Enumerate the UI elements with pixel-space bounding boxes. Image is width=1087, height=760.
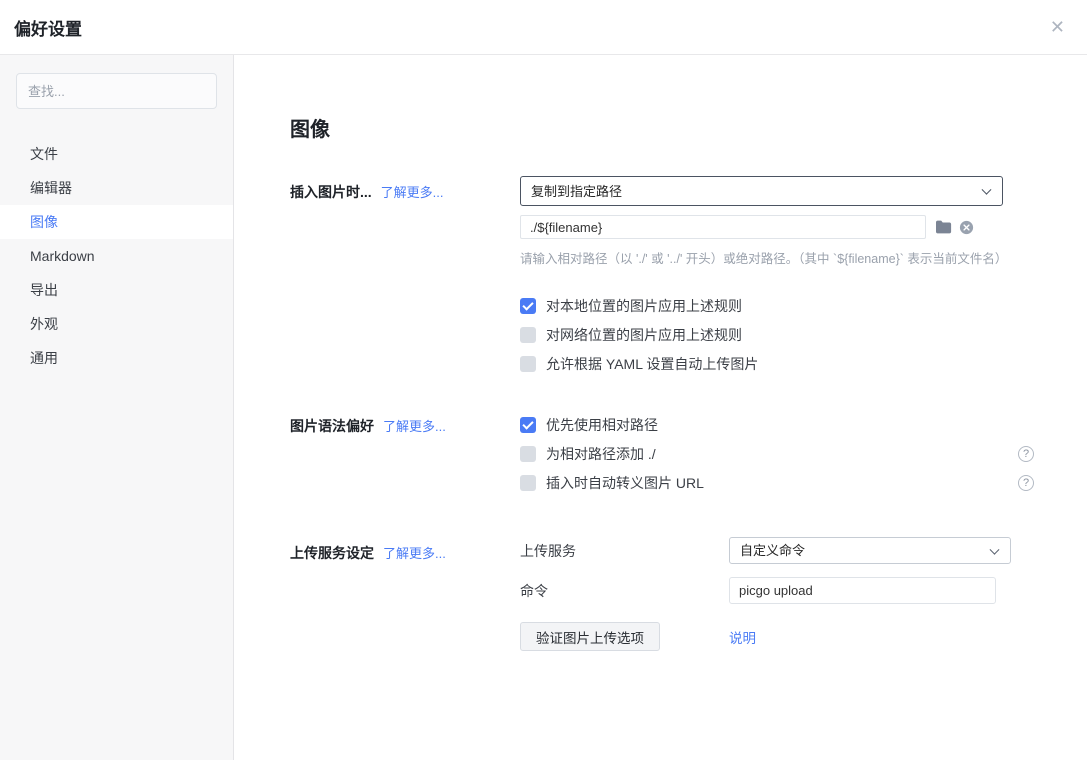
- upload-service-select[interactable]: 自定义命令: [730, 538, 1010, 563]
- checkbox-row-escape-url[interactable]: 插入时自动转义图片 URL ?: [520, 468, 1034, 497]
- page-title: 图像: [290, 113, 1047, 142]
- path-hint-text: 请输入相对路径（以 './' 或 '../' 开头）或绝对路径。（其中 `${f…: [520, 248, 1047, 267]
- sidebar-item-appearance[interactable]: 外观: [0, 307, 233, 341]
- clear-path-icon[interactable]: [959, 220, 974, 235]
- checkbox-label: 优先使用相对路径: [546, 415, 658, 435]
- syntax-section-content: 优先使用相对路径 为相对路径添加 ./ ? 插入时自动转义图片 URL ?: [520, 410, 1047, 497]
- validate-upload-button[interactable]: 验证图片上传选项: [520, 622, 660, 651]
- upload-service-select-wrap: 自定义命令: [729, 537, 1011, 564]
- insert-checkbox-group: 对本地位置的图片应用上述规则 对网络位置的图片应用上述规则 允许根据 YAML …: [520, 291, 1047, 378]
- checkbox-row-apply-local[interactable]: 对本地位置的图片应用上述规则: [520, 291, 1047, 320]
- checkbox-yaml-upload[interactable]: [520, 356, 536, 372]
- validate-row: 验证图片上传选项 说明: [520, 622, 1047, 651]
- upload-section: 上传服务设定了解更多... 上传服务 自定义命令 命令: [290, 537, 1047, 664]
- syntax-section-title: 图片语法偏好: [290, 418, 374, 434]
- help-icon[interactable]: ?: [1018, 475, 1034, 491]
- sidebar-item-general[interactable]: 通用: [0, 341, 233, 375]
- insert-action-select[interactable]: 复制到指定路径: [521, 177, 1002, 205]
- close-icon[interactable]: ✕: [1046, 14, 1069, 40]
- command-row: 命令: [520, 577, 1047, 604]
- window-title: 偏好设置: [14, 15, 82, 40]
- content-area: 文件 编辑器 图像 Markdown 导出 外观 通用 图像 插入图片时... 了…: [0, 55, 1087, 760]
- upload-section-content: 上传服务 自定义命令 命令 验证图: [520, 537, 1047, 664]
- checkbox-row-add-dot-slash[interactable]: 为相对路径添加 ./ ?: [520, 439, 1034, 468]
- folder-icon[interactable]: [935, 220, 952, 234]
- sidebar-item-markdown[interactable]: Markdown: [0, 239, 233, 273]
- checkbox-row-apply-network[interactable]: 对网络位置的图片应用上述规则: [520, 320, 1047, 349]
- checkbox-label: 插入时自动转义图片 URL: [546, 473, 704, 493]
- sidebar-item-export[interactable]: 导出: [0, 273, 233, 307]
- upload-learn-more-link[interactable]: 了解更多...: [383, 546, 446, 561]
- sidebar-nav: 文件 编辑器 图像 Markdown 导出 外观 通用: [0, 137, 233, 375]
- validate-button-slot: 验证图片上传选项: [520, 622, 729, 651]
- checkbox-add-dot-slash[interactable]: [520, 446, 536, 462]
- sidebar-item-image[interactable]: 图像: [0, 205, 233, 239]
- insert-section-content: 复制到指定路径 请输入相对路径（以 './' 或 '../' 开头）或绝: [520, 176, 1047, 378]
- insert-section-label: 插入图片时... 了解更多...: [290, 176, 520, 378]
- main-panel: 图像 插入图片时... 了解更多... 复制到指定路径: [234, 55, 1087, 760]
- checkbox-escape-url[interactable]: [520, 475, 536, 491]
- sidebar-item-editor[interactable]: 编辑器: [0, 171, 233, 205]
- sidebar-item-file[interactable]: 文件: [0, 137, 233, 171]
- syntax-section-label: 图片语法偏好了解更多...: [290, 410, 520, 497]
- search-input[interactable]: [16, 73, 217, 109]
- upload-section-title: 上传服务设定: [290, 545, 374, 561]
- help-icon[interactable]: ?: [1018, 446, 1034, 462]
- checkbox-label: 为相对路径添加 ./: [546, 444, 656, 464]
- syntax-section: 图片语法偏好了解更多... 优先使用相对路径 为相对路径添加 ./ ? 插入时自: [290, 410, 1047, 497]
- upload-service-row: 上传服务 自定义命令: [520, 537, 1047, 564]
- titlebar: 偏好设置 ✕: [0, 0, 1087, 55]
- insert-section-title: 插入图片时...: [290, 184, 372, 200]
- checkbox-label: 允许根据 YAML 设置自动上传图片: [546, 354, 758, 374]
- checkbox-row-yaml-upload[interactable]: 允许根据 YAML 设置自动上传图片: [520, 349, 1047, 378]
- upload-service-label: 上传服务: [520, 541, 729, 561]
- upload-section-label: 上传服务设定了解更多...: [290, 537, 520, 664]
- checkbox-apply-local[interactable]: [520, 298, 536, 314]
- path-row: [520, 215, 1047, 239]
- sidebar: 文件 编辑器 图像 Markdown 导出 外观 通用: [0, 55, 234, 760]
- preferences-window: 偏好设置 ✕ 文件 编辑器 图像 Markdown 导出 外观 通用 图像 插: [0, 0, 1087, 760]
- instructions-link[interactable]: 说明: [729, 627, 756, 647]
- checkbox-row-relative-path[interactable]: 优先使用相对路径: [520, 410, 1047, 439]
- insert-learn-more-link[interactable]: 了解更多...: [381, 185, 444, 200]
- command-input[interactable]: [729, 577, 996, 604]
- copy-path-input[interactable]: [520, 215, 926, 239]
- checkbox-label: 对网络位置的图片应用上述规则: [546, 325, 742, 345]
- insert-action-select-wrap: 复制到指定路径: [520, 176, 1003, 206]
- syntax-learn-more-link[interactable]: 了解更多...: [383, 419, 446, 434]
- insert-image-section: 插入图片时... 了解更多... 复制到指定路径: [290, 176, 1047, 378]
- checkbox-relative-path[interactable]: [520, 417, 536, 433]
- search-wrap: [0, 73, 233, 109]
- command-label: 命令: [520, 581, 729, 601]
- checkbox-apply-network[interactable]: [520, 327, 536, 343]
- checkbox-label: 对本地位置的图片应用上述规则: [546, 296, 742, 316]
